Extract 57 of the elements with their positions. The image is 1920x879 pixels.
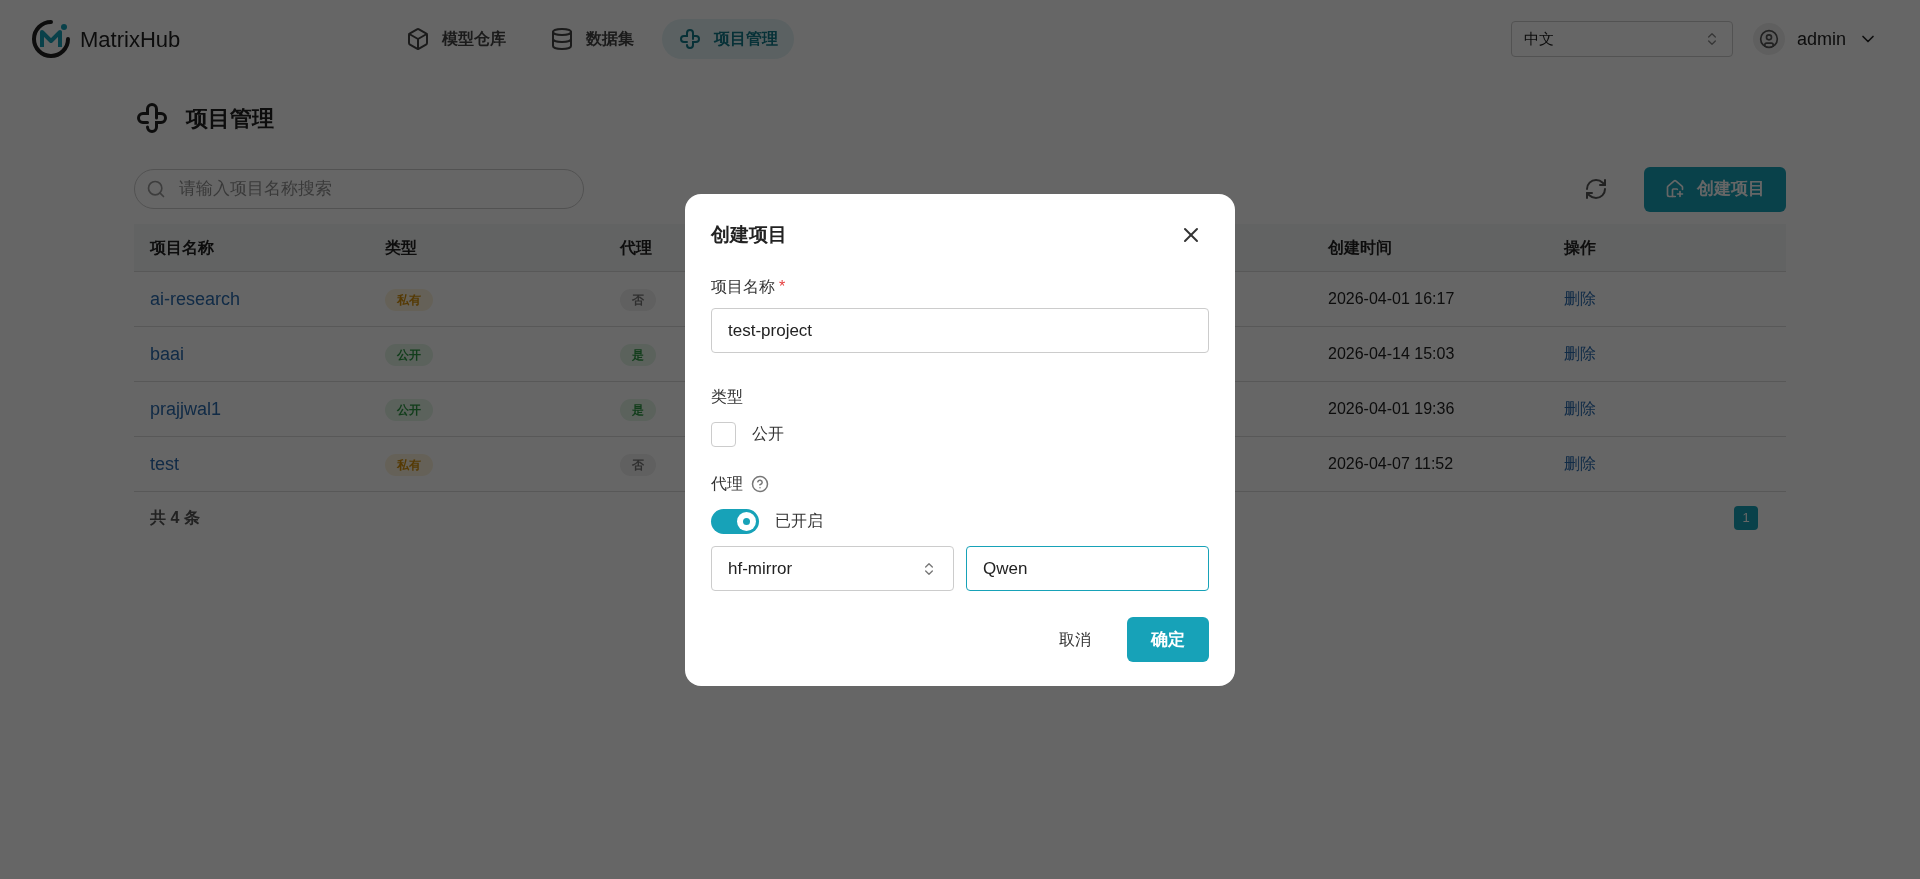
page-number[interactable]: 1 [1734, 506, 1758, 530]
delete-link[interactable]: 删除 [1564, 342, 1596, 366]
created-time: 2026-04-07 11:52 [1328, 454, 1454, 474]
knot-icon [678, 27, 702, 51]
created-time: 2026-04-14 15:03 [1328, 344, 1455, 364]
avatar-icon [1752, 23, 1785, 55]
logo-icon [30, 18, 72, 60]
field-label: 代理 [711, 474, 743, 494]
field-label: 项目名称 [711, 277, 775, 297]
type-badge: 公开 [385, 344, 433, 366]
search-icon [146, 179, 166, 199]
created-time: 2026-04-01 19:36 [1328, 399, 1455, 419]
type-badge: 私有 [385, 289, 433, 311]
proxy-badge: 是 [620, 344, 656, 366]
user-menu[interactable]: admin [1752, 23, 1890, 55]
proxy-source-select[interactable]: hf-mirror [711, 546, 954, 591]
column-header: 类型 [385, 237, 417, 258]
field-label: 类型 [711, 387, 743, 407]
total-count: 共 4 条 [150, 508, 200, 528]
column-header: 代理 [620, 237, 652, 258]
project-link[interactable]: prajjwal1 [150, 395, 222, 423]
proxy-badge: 是 [620, 399, 656, 421]
refresh-icon[interactable] [1584, 177, 1608, 201]
nav-tab[interactable]: 数据集 [534, 19, 650, 59]
toggle-label: 已开启 [775, 511, 823, 531]
public-checkbox[interactable] [711, 421, 736, 447]
nav-tab[interactable]: 项目管理 [662, 19, 794, 59]
column-header: 操作 [1564, 237, 1596, 258]
type-badge: 私有 [385, 454, 433, 476]
create-project-button[interactable]: 创建项目 [1644, 166, 1786, 212]
nav-tab[interactable]: 模型仓库 [390, 19, 522, 59]
language-select[interactable]: 中文 [1510, 21, 1733, 57]
proxy-toggle[interactable] [711, 508, 759, 534]
app-name: MatrixHub [80, 25, 181, 54]
delete-link[interactable]: 删除 [1564, 397, 1596, 421]
column-header: 项目名称 [150, 237, 214, 258]
required-mark: * [779, 277, 786, 297]
created-time: 2026-04-01 16:17 [1328, 289, 1455, 309]
delete-link[interactable]: 删除 [1564, 287, 1596, 311]
column-header: 创建时间 [1328, 237, 1392, 258]
delete-link[interactable]: 删除 [1564, 452, 1596, 476]
project-link[interactable]: ai-research [150, 285, 241, 313]
house-plus-icon [1665, 179, 1685, 199]
database-icon [550, 27, 574, 51]
checkbox-label: 公开 [752, 424, 784, 444]
knot-icon [134, 100, 170, 136]
name-input[interactable]: test-project [711, 308, 1209, 353]
dialog-title: 创建项目 [711, 222, 787, 247]
cube-icon [406, 27, 430, 51]
cancel-button[interactable]: 取消 [1039, 617, 1111, 662]
type-badge: 公开 [385, 399, 433, 421]
project-link[interactable]: test [150, 450, 179, 478]
organization-input[interactable]: Qwen [966, 546, 1209, 591]
page-title: 项目管理 [186, 104, 274, 133]
help-icon[interactable] [751, 475, 769, 493]
project-link[interactable]: baai [150, 340, 185, 368]
confirm-button[interactable]: 确定 [1127, 617, 1209, 662]
